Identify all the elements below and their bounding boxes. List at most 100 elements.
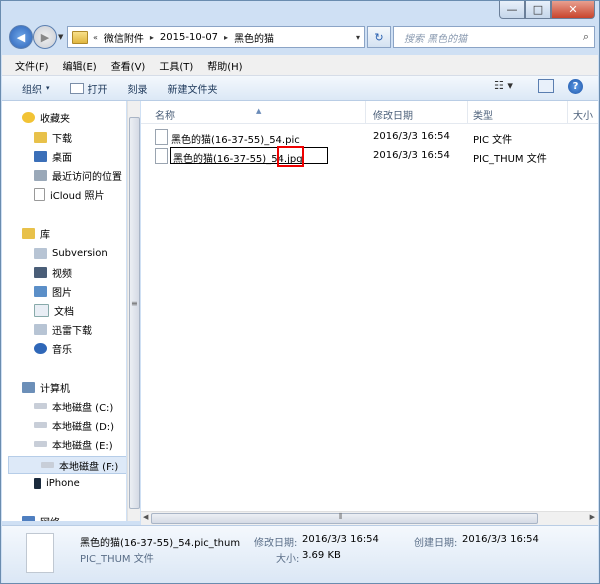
- drive-icon: [34, 441, 47, 447]
- open-button[interactable]: 打开: [69, 81, 108, 96]
- arrow-right-icon: ▶: [40, 30, 50, 44]
- minimize-button[interactable]: —: [499, 1, 525, 19]
- preview-pane-icon[interactable]: [538, 79, 554, 93]
- command-bar: 组织 ▾ 打开 刻录 新建文件夹 ☷ ▾ ?: [2, 76, 598, 101]
- column-type[interactable]: 类型: [473, 107, 493, 122]
- nav-item-desktop[interactable]: 桌面: [2, 147, 126, 165]
- nav-item-label: 桌面: [52, 152, 72, 164]
- scrollbar-thumb[interactable]: [151, 513, 538, 524]
- breadcrumb-separator-icon[interactable]: ▸: [150, 33, 154, 42]
- file-list-hscrollbar[interactable]: ◀ ⦀ ▶: [141, 511, 598, 525]
- nav-item-label: 本地磁盘 (D:): [52, 421, 115, 433]
- history-chevron-icon[interactable]: «: [93, 33, 98, 42]
- nav-group-label: 计算机: [40, 383, 70, 395]
- menu-help[interactable]: 帮助(H): [207, 58, 242, 73]
- nav-item-label: 迅雷下载: [52, 325, 92, 337]
- address-dropdown-icon[interactable]: ▾: [356, 33, 360, 42]
- column-name[interactable]: 名称: [155, 107, 175, 122]
- column-divider[interactable]: [567, 101, 568, 123]
- document-icon: [34, 187, 45, 201]
- organize-button[interactable]: 组织 ▾: [22, 81, 50, 96]
- nav-computer[interactable]: 计算机: [2, 378, 126, 396]
- breadcrumb-segment[interactable]: 2015-10-07: [160, 32, 218, 43]
- column-divider[interactable]: [365, 101, 366, 123]
- nav-item-subversion[interactable]: Subversion: [2, 244, 126, 262]
- nav-item-drive-d[interactable]: 本地磁盘 (D:): [2, 416, 126, 434]
- column-size[interactable]: 大小: [573, 107, 593, 122]
- music-icon: [34, 342, 47, 354]
- nav-item-label: Subversion: [52, 247, 108, 259]
- new-folder-label: 新建文件夹: [167, 84, 218, 96]
- nav-item-label: 下载: [52, 133, 72, 145]
- column-headers: ▲ 名称 修改日期 类型 大小: [141, 101, 598, 124]
- nav-item-label: iCloud 照片: [50, 190, 105, 202]
- nav-libraries[interactable]: 库: [2, 224, 126, 242]
- file-row[interactable]: 黑色的猫(16-37-55)_54.pic 2016/3/3 16:54 PIC…: [153, 128, 598, 146]
- details-size-label: 大小:: [276, 554, 300, 565]
- nav-item-iphone[interactable]: iPhone: [2, 474, 126, 492]
- nav-item-downloads[interactable]: 下载: [2, 128, 126, 146]
- scroll-left-icon[interactable]: ◀: [143, 513, 148, 521]
- file-type: PIC_THUM 文件: [473, 154, 547, 165]
- nav-item-icloud[interactable]: iCloud 照片: [2, 185, 126, 203]
- nav-item-videos[interactable]: 视频: [2, 263, 126, 281]
- nav-item-recent[interactable]: 最近访问的位置: [2, 166, 126, 184]
- nav-item-pictures[interactable]: 图片: [2, 282, 126, 300]
- column-modified[interactable]: 修改日期: [373, 107, 413, 122]
- new-folder-button[interactable]: 新建文件夹: [168, 81, 218, 96]
- view-options-icon[interactable]: ☷ ▾: [494, 79, 513, 92]
- address-bar[interactable]: « 微信附件 ▸ 2015-10-07 ▸ 黑色的猫 ▾: [67, 26, 365, 48]
- search-input[interactable]: 搜索 黑色的猫 ⌕: [393, 26, 595, 48]
- close-button[interactable]: ✕: [551, 1, 595, 19]
- network-icon: [22, 515, 35, 521]
- open-icon: [69, 82, 84, 94]
- search-placeholder: 搜索 黑色的猫: [404, 33, 468, 45]
- nav-pane-scrollbar[interactable]: ≡: [127, 101, 140, 521]
- nav-item-label: 最近访问的位置: [52, 171, 122, 183]
- refresh-button[interactable]: ↻: [367, 26, 391, 48]
- menu-edit[interactable]: 编辑(E): [63, 58, 97, 73]
- menu-view[interactable]: 查看(V): [111, 58, 146, 73]
- forward-button[interactable]: ▶: [33, 25, 57, 49]
- nav-item-thunder[interactable]: 迅雷下载: [2, 320, 126, 338]
- details-pane: 黑色的猫(16-37-55)_54.pic_thum PIC_THUM 文件 修…: [2, 525, 598, 583]
- burn-button[interactable]: 刻录: [128, 81, 148, 96]
- details-size-value: 3.69 KB: [302, 550, 341, 561]
- nav-item-drive-e[interactable]: 本地磁盘 (E:): [2, 435, 126, 453]
- file-icon: [155, 129, 168, 145]
- nav-item-documents[interactable]: 文档: [2, 301, 126, 319]
- file-row-renaming[interactable]: 黑色的猫(16-37-55)_54.jpg 2016/3/3 16:54 PIC…: [153, 146, 598, 167]
- help-icon[interactable]: ?: [568, 79, 583, 94]
- caption-buttons: — □ ✕: [499, 1, 595, 19]
- nav-group-label: 网络: [40, 514, 60, 522]
- nav-item-drive-c[interactable]: 本地磁盘 (C:): [2, 397, 126, 415]
- breadcrumb-separator-icon[interactable]: ▸: [224, 33, 228, 42]
- back-button[interactable]: ◀: [9, 25, 33, 49]
- nav-item-music[interactable]: 音乐: [2, 339, 126, 357]
- organize-label: 组织: [22, 84, 42, 96]
- nav-item-label: 音乐: [52, 344, 72, 356]
- breadcrumb-segment[interactable]: 微信附件: [104, 30, 144, 45]
- documents-icon: [34, 303, 49, 317]
- menu-tools[interactable]: 工具(T): [159, 58, 193, 73]
- details-created-label: 创建日期:: [414, 538, 458, 549]
- nav-favorites[interactable]: 收藏夹: [2, 108, 126, 126]
- nav-network[interactable]: 网络: [2, 512, 126, 521]
- breadcrumb-segment[interactable]: 黑色的猫: [234, 30, 274, 45]
- library-folder-icon: [34, 247, 47, 259]
- scrollbar-thumb[interactable]: [129, 117, 140, 509]
- details-modified-label: 修改日期:: [254, 538, 298, 549]
- column-divider[interactable]: [467, 101, 468, 123]
- grip-icon: ≡: [131, 299, 138, 308]
- nav-item-label: 本地磁盘 (F:): [59, 461, 119, 473]
- rename-input[interactable]: 黑色的猫(16-37-55)_54.jpg: [170, 146, 328, 167]
- grip-icon: ⦀: [339, 512, 343, 521]
- search-icon[interactable]: ⌕: [583, 30, 589, 44]
- menu-file[interactable]: 文件(F): [15, 58, 49, 73]
- maximize-button[interactable]: □: [525, 1, 551, 19]
- recent-pages-dropdown[interactable]: ▼: [58, 33, 63, 41]
- nav-item-drive-f[interactable]: 本地磁盘 (F:): [8, 456, 126, 474]
- file-modified: 2016/3/3 16:54: [373, 131, 450, 142]
- scroll-right-icon[interactable]: ▶: [590, 513, 595, 521]
- phone-icon: [34, 477, 41, 489]
